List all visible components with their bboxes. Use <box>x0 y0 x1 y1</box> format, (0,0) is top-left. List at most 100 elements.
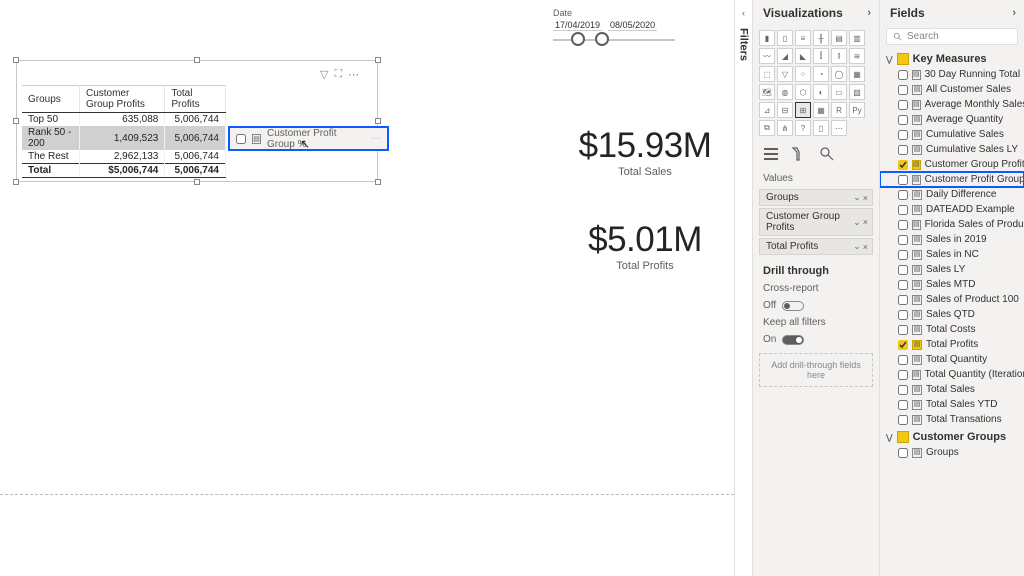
field-item[interactable]: ▤Total Costs <box>880 322 1024 337</box>
viz-waterfall[interactable]: ⬚ <box>759 66 775 82</box>
field-item[interactable]: ▤Cumulative Sales LY <box>880 142 1024 157</box>
viz-paginated[interactable]: ▯ <box>813 120 829 136</box>
field-item[interactable]: ▤Sales QTD <box>880 307 1024 322</box>
viz-slicer[interactable]: ⊟ <box>777 102 793 118</box>
field-item[interactable]: ▤Sales of Product 100 <box>880 292 1024 307</box>
field-checkbox[interactable] <box>898 70 908 80</box>
field-checkbox[interactable] <box>898 415 908 425</box>
field-checkbox[interactable] <box>898 385 908 395</box>
field-checkbox[interactable] <box>898 340 908 350</box>
field-item[interactable]: ▤Florida Sales of Product 2 ... <box>880 217 1024 232</box>
viz-map[interactable]: 🗺 <box>759 84 775 100</box>
viz-100-bar[interactable]: ▤ <box>831 30 847 46</box>
viz-key-influencers[interactable]: ⧉ <box>759 120 775 136</box>
col-header[interactable]: Total Profits <box>165 86 226 113</box>
field-checkbox[interactable] <box>898 205 908 215</box>
viz-line[interactable]: 〰 <box>759 48 775 64</box>
viz-stacked-area[interactable]: ◣ <box>795 48 811 64</box>
report-canvas[interactable]: ▽ ⛶ ⋯ Groups Customer Group Profits Tota… <box>0 0 734 576</box>
field-checkbox[interactable] <box>898 160 908 170</box>
field-checkbox[interactable] <box>898 325 908 335</box>
viz-funnel[interactable]: ▽ <box>777 66 793 82</box>
value-well-cgp[interactable]: Customer Group Profits⌄× <box>759 208 873 236</box>
viz-multi-card[interactable]: ▧ <box>849 84 865 100</box>
slicer-start-date[interactable]: 17/04/2019 <box>553 20 602 31</box>
focus-mode-icon[interactable]: ⛶ <box>334 68 342 81</box>
viz-treemap[interactable]: ▦ <box>849 66 865 82</box>
field-item[interactable]: ▤Total Sales <box>880 382 1024 397</box>
fields-search[interactable]: Search <box>886 28 1018 45</box>
field-checkbox[interactable] <box>898 145 908 155</box>
field-checkbox[interactable] <box>898 370 908 380</box>
col-header[interactable]: Customer Group Profits <box>79 86 164 113</box>
field-checkbox[interactable] <box>898 85 908 95</box>
chevron-left-icon[interactable]: ‹ <box>742 8 745 18</box>
viz-line-column[interactable]: ⫿ <box>813 48 829 64</box>
viz-filled-map[interactable]: ◍ <box>777 84 793 100</box>
viz-import[interactable]: ⋯ <box>831 120 847 136</box>
format-tab-icon[interactable] <box>791 146 807 165</box>
table-row[interactable]: Rank 50 - 2001,409,5235,006,744 <box>22 126 226 150</box>
visualization-gallery[interactable]: ▮ ▯ ≡ ╫ ▤ ▥ 〰 ◢ ◣ ⫿ ⫾ ≋ ⬚ ▽ ⁘ ◔ ◯ ▦ 🗺 ◍ … <box>753 26 879 142</box>
field-item[interactable]: ▤Sales in NC <box>880 247 1024 262</box>
viz-stacked-column[interactable]: ▯ <box>777 30 793 46</box>
fields-tab-icon[interactable] <box>763 146 779 165</box>
value-well-tp[interactable]: Total Profits⌄× <box>759 238 873 255</box>
field-item[interactable]: ▤Total Quantity (Iteration) <box>880 367 1024 382</box>
field-checkbox[interactable] <box>898 130 908 140</box>
field-item[interactable]: ▤Sales MTD <box>880 277 1024 292</box>
field-item[interactable]: ▤DATEADD Example <box>880 202 1024 217</box>
viz-table[interactable]: ⊞ <box>795 102 811 118</box>
viz-gauge[interactable]: ◐ <box>813 84 829 100</box>
field-checkbox[interactable] <box>898 295 908 305</box>
field-item[interactable]: ▤30 Day Running Total <box>880 67 1024 82</box>
table-visual[interactable]: Groups Customer Group Profits Total Prof… <box>22 85 226 178</box>
table-group-key-measures[interactable]: ⋁ Key Measures <box>880 49 1024 67</box>
field-item[interactable]: ▤Customer Group Profits <box>880 157 1024 172</box>
viz-donut[interactable]: ◯ <box>831 66 847 82</box>
table-row[interactable]: The Rest2,962,1335,006,744 <box>22 150 226 164</box>
viz-scatter[interactable]: ⁘ <box>795 66 811 82</box>
table-row[interactable]: Top 50635,0885,006,744 <box>22 113 226 127</box>
viz-stacked-bar[interactable]: ▮ <box>759 30 775 46</box>
field-item[interactable]: ▤Total Transations <box>880 412 1024 427</box>
viz-pie[interactable]: ◔ <box>813 66 829 82</box>
field-item[interactable]: ▤All Customer Sales <box>880 82 1024 97</box>
viz-card[interactable]: ▭ <box>831 84 847 100</box>
filters-pane-collapsed[interactable]: ‹ Filters <box>734 0 752 576</box>
card-total-profits[interactable]: $5.01M Total Profits <box>580 220 710 272</box>
slicer-end-date[interactable]: 08/05/2020 <box>608 20 657 31</box>
viz-shape-map[interactable]: ⬡ <box>795 84 811 100</box>
field-checkbox[interactable] <box>898 310 908 320</box>
cross-report-toggle[interactable] <box>782 301 804 311</box>
viz-decomposition[interactable]: ⋔ <box>777 120 793 136</box>
viz-python[interactable]: Py <box>849 102 865 118</box>
field-checkbox[interactable] <box>898 448 908 458</box>
field-checkbox[interactable] <box>898 100 908 110</box>
field-checkbox[interactable] <box>898 175 908 185</box>
field-item[interactable]: ▤Sales LY <box>880 262 1024 277</box>
more-options-icon[interactable]: ⋯ <box>348 68 359 81</box>
slider-handle-start[interactable] <box>571 32 585 46</box>
table-group-customer-groups[interactable]: ⋁ Customer Groups <box>880 427 1024 445</box>
analytics-tab-icon[interactable] <box>819 146 835 165</box>
field-item[interactable]: ▤Customer Profit Group % <box>880 172 1024 187</box>
field-checkbox[interactable] <box>898 115 908 125</box>
expand-icon[interactable]: ⋁ <box>886 433 893 442</box>
viz-r[interactable]: R <box>831 102 847 118</box>
field-item[interactable]: ▤Total Sales YTD <box>880 397 1024 412</box>
field-item[interactable]: ▤Average Monthly Sales <box>880 97 1024 112</box>
viz-ribbon[interactable]: ≋ <box>849 48 865 64</box>
viz-line-clustered[interactable]: ⫾ <box>831 48 847 64</box>
viz-area[interactable]: ◢ <box>777 48 793 64</box>
field-item[interactable]: ▤Cumulative Sales <box>880 127 1024 142</box>
field-item[interactable]: ▤Total Profits <box>880 337 1024 352</box>
field-checkbox[interactable] <box>898 400 908 410</box>
format-tabs[interactable] <box>753 142 879 171</box>
viz-matrix[interactable]: ▦ <box>813 102 829 118</box>
field-checkbox[interactable] <box>898 250 908 260</box>
filter-icon[interactable]: ▽ <box>320 68 328 81</box>
field-checkbox[interactable] <box>898 265 908 275</box>
table-header-row[interactable]: Groups Customer Group Profits Total Prof… <box>22 86 226 113</box>
viz-qa[interactable]: ? <box>795 120 811 136</box>
